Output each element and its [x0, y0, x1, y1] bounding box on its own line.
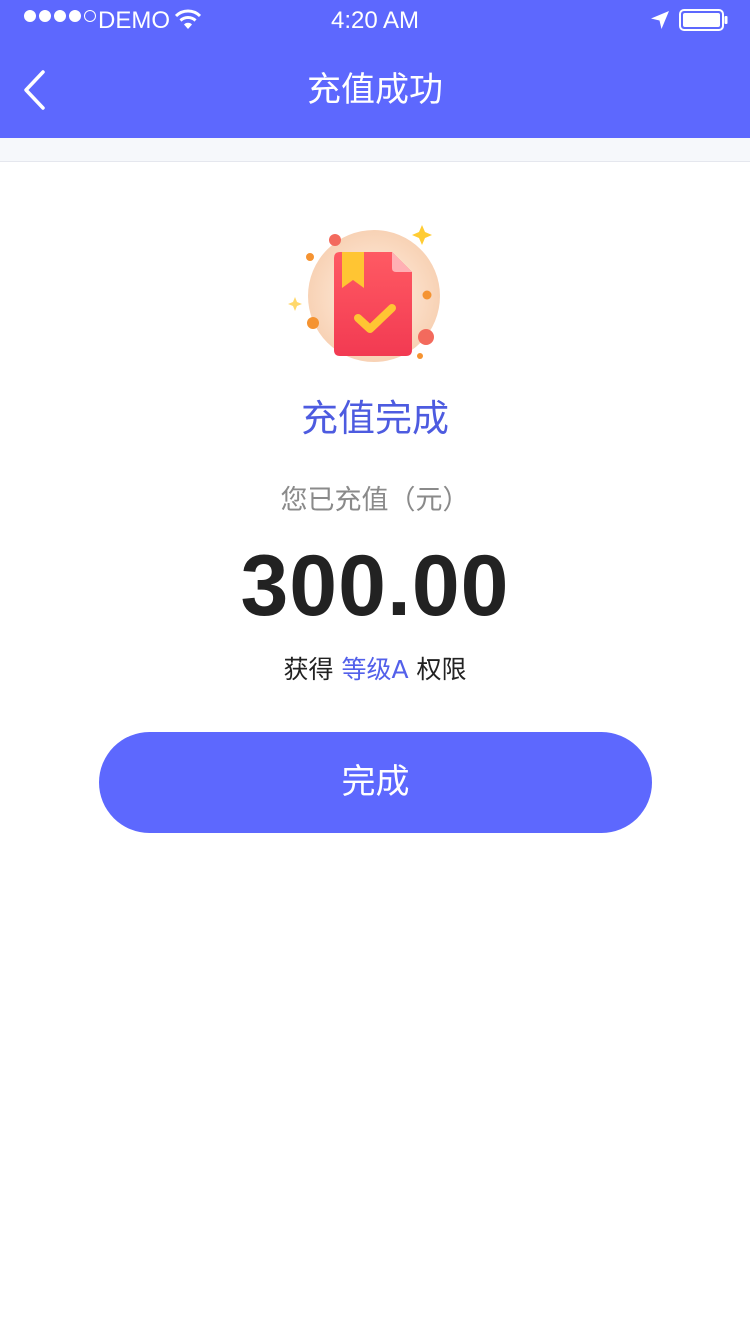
- result-title: 充值完成: [301, 397, 449, 440]
- recharge-amount: 300.00: [240, 538, 510, 634]
- status-time: 4:20 AM: [330, 7, 420, 34]
- status-bar: DEMO 4:20 AM: [0, 0, 750, 40]
- recharge-success-book-icon: [288, 225, 440, 362]
- app-header: DEMO 4:20 AM 充值成功: [0, 0, 750, 138]
- privilege-text: 获得 等级A 权限: [0, 652, 750, 688]
- done-button[interactable]: 完成: [99, 732, 652, 833]
- battery-icon: [679, 9, 728, 31]
- amount-label: 您已充值（元）: [280, 485, 470, 516]
- privilege-level: 等级A: [341, 655, 409, 684]
- header-divider: [0, 138, 750, 162]
- privilege-prefix: 获得: [283, 655, 334, 684]
- page-title: 充值成功: [307, 70, 443, 110]
- location-arrow-icon: [651, 11, 669, 29]
- privilege-suffix: 权限: [416, 655, 467, 684]
